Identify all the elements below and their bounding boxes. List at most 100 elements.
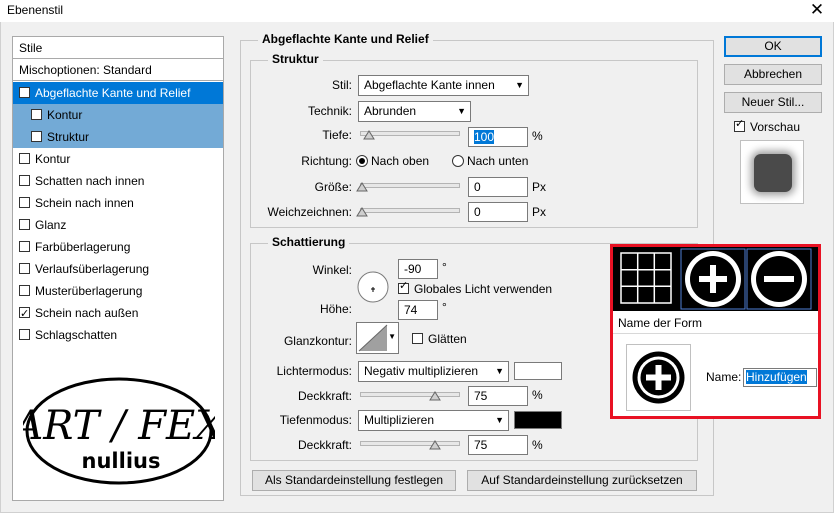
shadow-mode-label: Tiefenmodus: <box>279 413 352 427</box>
altitude-unit: ° <box>442 300 447 314</box>
style-item[interactable]: Farbüberlagerung <box>13 236 223 258</box>
antialias-label: Glätten <box>428 332 467 346</box>
style-item[interactable]: Struktur <box>13 126 223 148</box>
styles-header[interactable]: Stile <box>13 37 223 59</box>
shadow-opacity-label: Deckkraft: <box>297 438 352 452</box>
highlight-mode-label: Lichtermodus: <box>276 364 352 378</box>
style-item-label: Schein nach innen <box>35 196 134 210</box>
highlight-opacity-slider[interactable] <box>360 392 460 397</box>
style-item-label: Struktur <box>47 130 90 144</box>
style-item[interactable]: Kontur <box>13 148 223 170</box>
style-item[interactable]: Schein nach außen <box>13 302 223 325</box>
style-item-label: Verlaufsüberlagerung <box>35 262 150 276</box>
antialias-checkbox[interactable]: Glätten <box>412 332 467 346</box>
shadow-opacity-slider[interactable] <box>360 441 460 446</box>
checkbox-icon[interactable] <box>19 175 30 186</box>
gloss-contour-picker[interactable]: ▼ <box>356 322 399 354</box>
checkbox-icon[interactable] <box>19 285 30 296</box>
technique-select[interactable]: Abrunden ▼ <box>358 101 471 122</box>
shape-popup: Name der Form Name: Hinzufügen <box>610 244 821 419</box>
shadow-opacity-unit: % <box>532 438 543 452</box>
popup-divider <box>613 333 818 334</box>
new-style-button[interactable]: Neuer Stil... <box>724 92 822 113</box>
make-default-button[interactable]: Als Standardeinstellung festlegen <box>252 470 456 491</box>
checkbox-icon[interactable] <box>19 153 30 164</box>
shape-name-input[interactable]: Hinzufügen <box>743 368 817 387</box>
selected-shape-preview <box>626 344 691 411</box>
checkbox-icon[interactable] <box>31 131 42 142</box>
radio-icon <box>452 155 464 167</box>
highlight-opacity-label: Deckkraft: <box>297 389 352 403</box>
style-item[interactable]: Kontur <box>13 104 223 126</box>
style-item-label: Schlagschatten <box>35 328 118 342</box>
preview-checkbox[interactable]: Vorschau <box>734 117 800 134</box>
size-input[interactable]: 0 <box>468 177 528 197</box>
direction-label: Richtung: <box>301 154 352 168</box>
shape-strip-icons <box>620 248 812 310</box>
size-unit: Px <box>532 180 547 194</box>
highlight-color-swatch[interactable] <box>514 362 562 380</box>
style-item[interactable]: Verlaufsüberlagerung <box>13 258 223 280</box>
chevron-down-icon: ▼ <box>495 415 504 425</box>
angle-dial[interactable] <box>356 270 390 304</box>
altitude-input[interactable]: 74 <box>398 300 438 320</box>
shape-name-label: Name: <box>706 370 742 384</box>
blending-options-item[interactable]: Mischoptionen: Standard <box>13 59 223 81</box>
global-light-checkbox[interactable]: Globales Licht verwenden <box>398 279 552 296</box>
preview-swatch <box>754 154 792 192</box>
checkbox-icon[interactable] <box>19 197 30 208</box>
checkbox-icon[interactable] <box>31 109 42 120</box>
depth-input[interactable]: 100 <box>468 127 528 147</box>
highlight-opacity-thumb[interactable] <box>429 391 441 401</box>
style-item[interactable]: Abgeflachte Kante und Relief <box>13 82 223 105</box>
style-item-label: Musterüberlagerung <box>35 284 143 298</box>
checkbox-icon <box>412 333 423 344</box>
highlight-opacity-input[interactable]: 75 <box>468 386 528 406</box>
shadow-color-swatch[interactable] <box>514 411 562 429</box>
checkbox-icon[interactable] <box>19 329 30 340</box>
style-item-label: Schatten nach innen <box>35 174 145 188</box>
style-item-label: Kontur <box>47 108 83 122</box>
close-icon[interactable]: ✕ <box>806 0 828 20</box>
checkbox-icon[interactable] <box>19 83 30 105</box>
soften-input[interactable]: 0 <box>468 202 528 222</box>
ok-button[interactable]: OK <box>724 36 822 57</box>
altitude-label: Höhe: <box>319 302 352 316</box>
size-slider[interactable] <box>360 183 460 188</box>
checkbox-icon <box>734 117 745 132</box>
style-item[interactable]: Schein nach innen <box>13 192 223 214</box>
checkbox-icon[interactable] <box>19 263 30 274</box>
depth-slider[interactable] <box>360 131 460 136</box>
style-select[interactable]: Abgeflachte Kante innen ▼ <box>358 75 529 96</box>
style-label: Stil: <box>331 78 352 92</box>
radio-icon <box>356 155 368 167</box>
reset-default-button[interactable]: Auf Standardeinstellung zurücksetzen <box>467 470 697 491</box>
style-item-label: Kontur <box>35 152 71 166</box>
soften-slider-thumb[interactable] <box>356 207 368 217</box>
minus-circle-icon <box>751 251 807 307</box>
style-item[interactable]: Schatten nach innen <box>13 170 223 192</box>
checkbox-icon[interactable] <box>19 241 30 252</box>
shadow-opacity-input[interactable]: 75 <box>468 435 528 455</box>
checkbox-icon[interactable] <box>19 219 30 230</box>
direction-down-radio[interactable]: Nach unten <box>452 154 528 168</box>
shadow-mode-select[interactable]: Multiplizieren ▼ <box>358 410 509 431</box>
highlight-mode-select[interactable]: Negativ multiplizieren ▼ <box>358 361 509 382</box>
style-item[interactable]: Musterüberlagerung <box>13 280 223 302</box>
direction-up-radio[interactable]: Nach oben <box>356 154 429 168</box>
shadow-opacity-thumb[interactable] <box>429 440 441 450</box>
art-fex-logo: ART / FEX nullius <box>23 377 215 485</box>
style-item[interactable]: Glanz <box>13 214 223 236</box>
style-item-label: Glanz <box>35 218 67 232</box>
style-item[interactable]: Schlagschatten <box>13 324 223 346</box>
window-title: Ebenenstil <box>7 3 64 17</box>
angle-input[interactable]: -90 <box>398 259 438 279</box>
checkbox-icon[interactable] <box>19 303 30 325</box>
soften-slider[interactable] <box>360 208 460 213</box>
depth-slider-thumb[interactable] <box>363 130 375 140</box>
gloss-contour-label: Glanzkontur: <box>283 334 352 348</box>
styles-list: Stile Mischoptionen: Standard Abgeflacht… <box>12 36 224 501</box>
highlight-mode-value: Negativ multiplizieren <box>364 364 479 378</box>
cancel-button[interactable]: Abbrechen <box>724 64 822 85</box>
size-slider-thumb[interactable] <box>356 182 368 192</box>
